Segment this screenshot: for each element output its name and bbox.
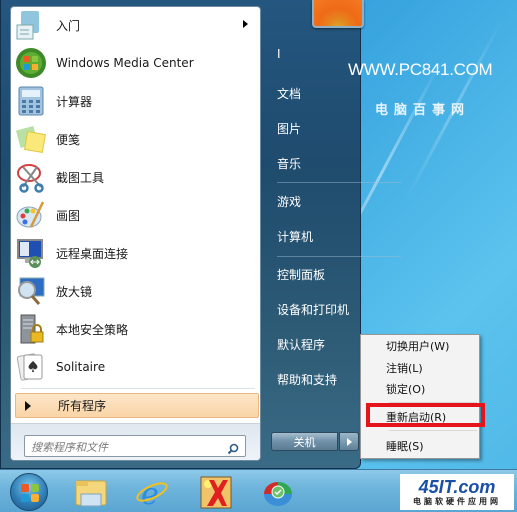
right-item-documents[interactable]: 文档 [269,79,359,107]
all-programs-label: 所有程序 [58,399,107,413]
right-item-label: 图片 [277,121,302,136]
watermark-url: WWW.PC841.COM [348,60,493,79]
start-menu: 入门 Windows Media Center 计算器 便笺 截图工具 画图 远… [0,0,401,469]
all-programs-button[interactable]: 所有程序 [15,393,259,418]
program-label: Solitaire [56,360,106,374]
menu-item-switch-user[interactable]: 切换用户(W) [386,338,449,354]
svg-text:e: e [141,477,159,510]
program-local-security-policy[interactable]: 本地安全策略 [15,311,258,347]
divider [277,182,401,183]
program-label: 入门 [56,18,81,33]
program-label: 远程桌面连接 [56,246,129,261]
program-remote-desktop[interactable]: 远程桌面连接 [15,235,258,271]
folder-icon [75,480,107,507]
right-item-label: 控制面板 [277,267,326,282]
right-item-user[interactable]: I [269,40,359,68]
program-label: 计算器 [56,94,93,109]
taskbar-windows-explorer[interactable] [73,476,109,510]
remote-desktop-icon [15,237,47,269]
menu-item-lock[interactable]: 锁定(O) [386,381,425,397]
solitaire-icon [15,351,47,383]
paint-icon [15,199,47,231]
right-item-label: 计算机 [277,229,314,244]
right-item-control-panel[interactable]: 控制面板 [269,260,359,288]
program-label: 本地安全策略 [56,322,129,337]
right-item-label: 设备和打印机 [277,302,350,317]
right-item-default-programs[interactable]: 默认程序 [269,330,359,358]
search-box[interactable] [24,435,246,458]
windows-logo-icon [21,484,39,502]
right-item-devices-printers[interactable]: 设备和打印机 [269,295,359,323]
right-item-computer[interactable]: 计算机 [269,222,359,250]
watermark-site-name: 电脑百事网 [375,103,471,118]
right-item-music[interactable]: 音乐 [269,149,359,177]
program-label: 便笺 [56,132,81,147]
program-windows-media-center[interactable]: Windows Media Center [15,45,258,81]
search-input[interactable] [25,437,215,458]
menu-item-log-off[interactable]: 注销(L) [386,360,423,376]
divider [277,256,401,257]
right-item-pictures[interactable]: 图片 [269,114,359,142]
start-button[interactable] [10,473,48,511]
program-label: Windows Media Center [56,56,194,70]
chevron-right-icon [347,438,352,446]
menu-divider [389,430,477,431]
sticky-notes-icon [15,123,47,155]
program-sticky-notes[interactable]: 便笺 [15,121,258,157]
windows-media-center-icon [15,47,47,79]
taskbar-internet-explorer[interactable]: e [134,476,170,512]
right-item-help-support[interactable]: 帮助和支持 [269,365,359,393]
internet-explorer-icon: e [136,477,168,512]
magnifier-icon [15,275,47,307]
shutdown-button[interactable]: 关机 [271,432,338,451]
program-label: 放大镜 [56,284,93,299]
program-snipping-tool[interactable]: 截图工具 [15,159,258,195]
calculator-icon [15,85,47,117]
logo-subtitle: 电脑软硬件应用网 [413,496,501,506]
search-icon[interactable] [227,440,239,455]
program-magnifier[interactable]: 放大镜 [15,273,258,309]
program-paint[interactable]: 画图 [15,197,258,233]
right-item-label: 音乐 [277,156,302,171]
program-label: 截图工具 [56,170,105,185]
right-item-label: I [277,47,281,61]
right-item-games[interactable]: 游戏 [269,187,359,215]
restart-highlight-box [366,403,485,427]
snipping-tool-icon [15,161,47,193]
shutdown-options-button[interactable] [339,432,359,451]
right-item-label: 帮助和支持 [277,372,338,387]
submenu-arrow-icon[interactable] [243,20,248,28]
taskbar-backup-app[interactable] [260,476,296,510]
watermark-45it-logo: 45IT.com 电脑软硬件应用网 [400,474,514,510]
right-item-label: 文档 [277,86,302,101]
search-area [11,423,260,460]
program-label: 画图 [56,208,81,223]
programs-pane: 入门 Windows Media Center 计算器 便笺 截图工具 画图 远… [10,6,261,461]
xara-icon [200,476,232,509]
backup-icon [264,482,292,506]
divider [21,388,255,389]
menu-item-sleep[interactable]: 睡眠(S) [386,438,424,454]
user-account-picture[interactable] [312,0,364,28]
local-security-policy-icon [15,313,47,345]
right-item-label: 游戏 [277,194,302,209]
right-item-label: 默认程序 [277,337,326,352]
program-calculator[interactable]: 计算器 [15,83,258,119]
expand-arrow-icon [25,400,31,411]
getting-started-icon [15,9,47,41]
shutdown-context-menu: 切换用户(W) 注销(L) 锁定(O) 重新启动(R) 睡眠(S) [360,334,480,459]
program-solitaire[interactable]: Solitaire [15,349,258,385]
logo-text: 45IT.com [418,476,496,497]
program-getting-started[interactable]: 入门 [15,7,258,43]
taskbar-xara-app[interactable] [199,476,235,510]
